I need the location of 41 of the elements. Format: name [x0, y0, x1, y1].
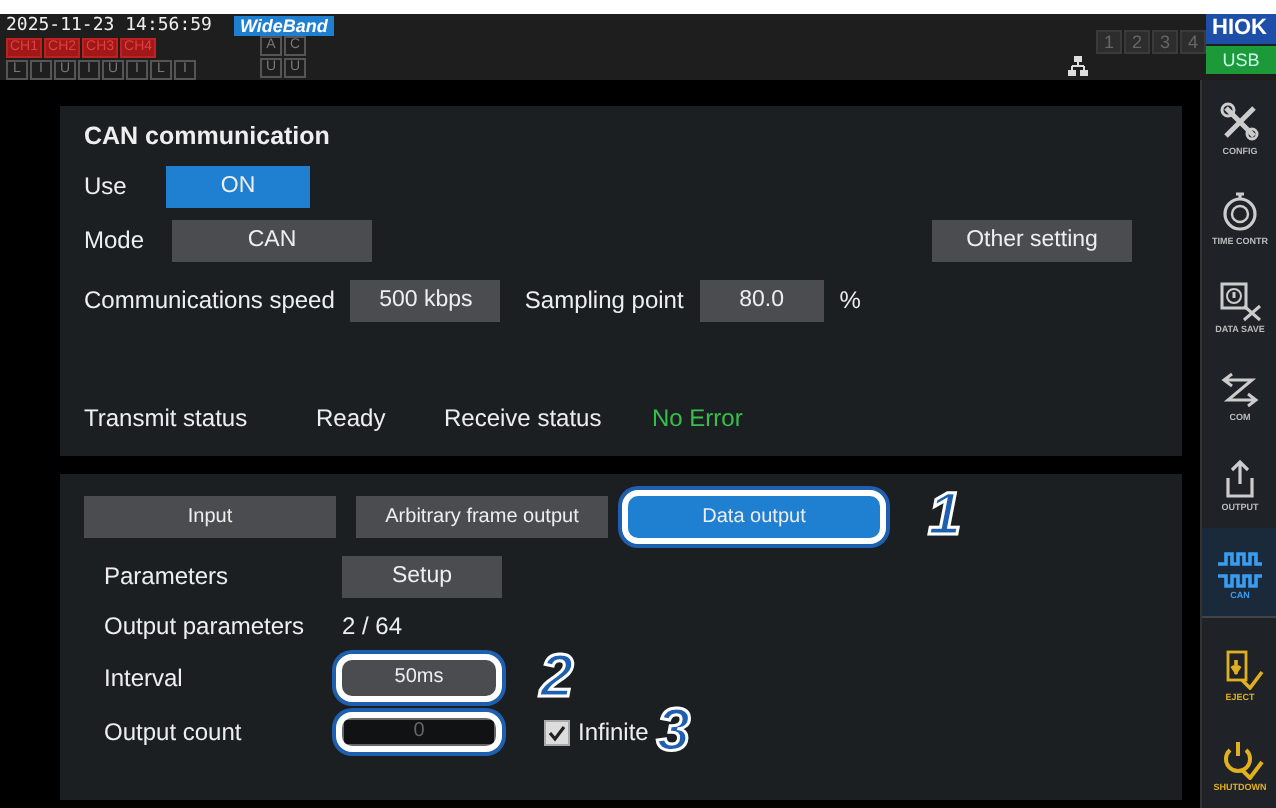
- callout-number: 2: [540, 648, 574, 708]
- field-label: Output parameters: [104, 612, 307, 640]
- sampling-point-field[interactable]: 80.0: [699, 279, 824, 321]
- mode-badge: WideBand: [233, 16, 334, 36]
- field-label: Mode: [84, 226, 144, 254]
- brand-logo: HIOK: [1206, 14, 1276, 44]
- slot-indicator: 4: [1180, 29, 1206, 53]
- mode-select[interactable]: CAN: [172, 219, 372, 261]
- date-time: 2025-11-23 14:56:59: [6, 16, 212, 36]
- wrench-screwdriver-icon: [1216, 100, 1264, 145]
- field-label: Interval: [104, 664, 185, 692]
- slot-indicator: 3: [1152, 29, 1178, 53]
- callout-number: 3: [656, 702, 691, 762]
- field-label: Transmit status: [84, 404, 250, 432]
- field-label: Output count: [104, 718, 244, 746]
- checkbox-label: Infinite: [578, 718, 649, 746]
- usb-indicator: USB: [1206, 46, 1276, 74]
- interval-select[interactable]: 50ms: [342, 660, 496, 696]
- tab[interactable]: Arbitrary frame output: [356, 495, 608, 537]
- other-setting-button[interactable]: Other setting: [932, 219, 1132, 261]
- field-label: Use: [84, 172, 129, 200]
- tab[interactable]: Data output: [628, 495, 880, 537]
- field-label: Communications speed: [84, 286, 335, 314]
- status-value: No Error: [652, 404, 743, 432]
- field-label: Parameters: [104, 562, 231, 590]
- callout-number: 1: [928, 486, 962, 546]
- field-label: Receive status: [444, 404, 604, 432]
- panel-title: CAN communication: [84, 122, 332, 150]
- slot-indicator: 1: [1096, 29, 1122, 53]
- tab[interactable]: Input: [84, 495, 336, 537]
- network-icon: [1068, 56, 1088, 76]
- unit-label: %: [839, 286, 861, 314]
- disk-icon: [1216, 277, 1264, 322]
- slot-indicator: 2: [1124, 29, 1150, 53]
- use-toggle[interactable]: ON: [166, 165, 310, 207]
- infinite-checkbox[interactable]: [544, 719, 570, 745]
- status-value: Ready: [316, 404, 388, 432]
- setup-button[interactable]: Setup: [342, 555, 502, 597]
- parameter-count: 2 / 64: [342, 612, 403, 640]
- speed-select[interactable]: 500 kbps: [350, 279, 501, 321]
- field-label: Sampling point: [524, 286, 684, 314]
